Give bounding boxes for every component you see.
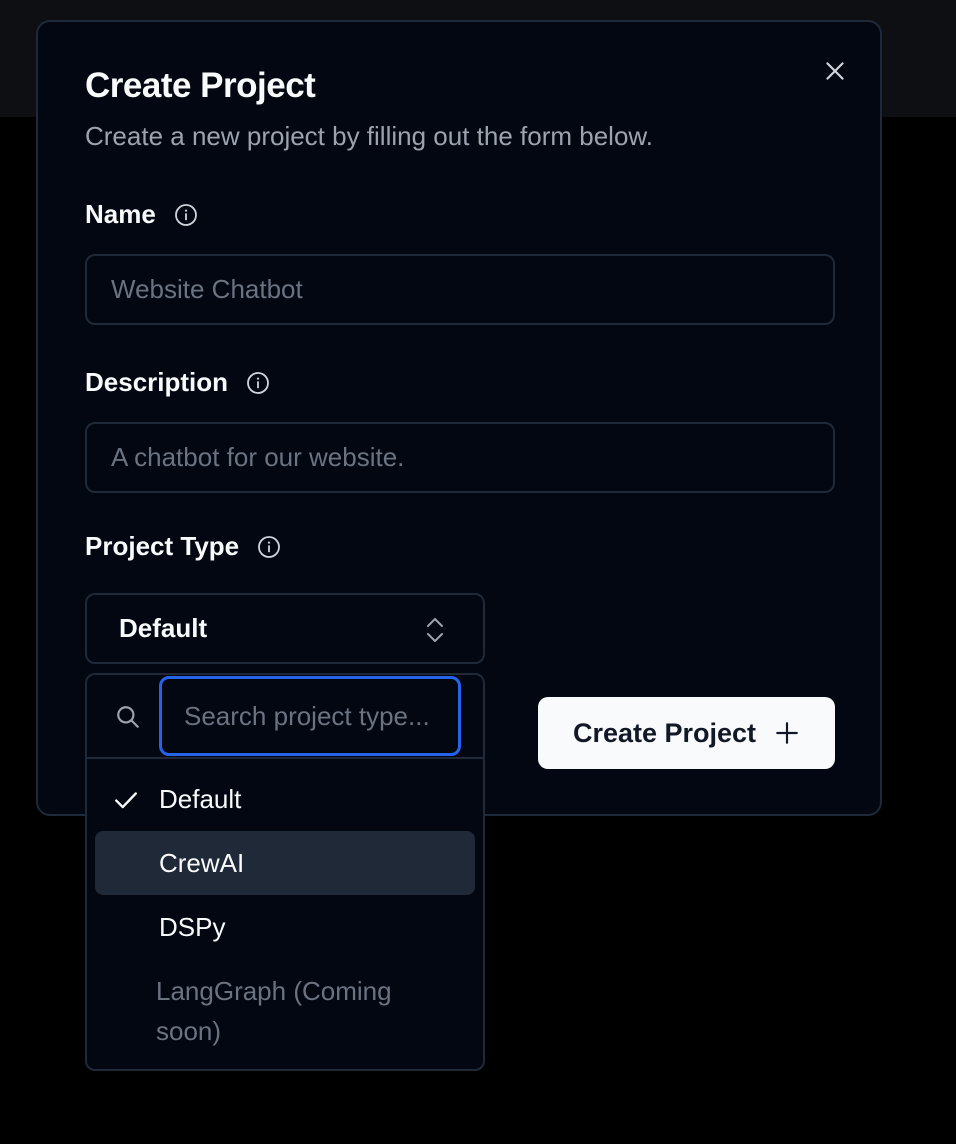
search-icon bbox=[117, 706, 139, 728]
info-icon[interactable] bbox=[257, 535, 281, 559]
name-input[interactable]: Website Chatbot bbox=[85, 254, 835, 325]
project-type-label-row: Project Type bbox=[85, 531, 281, 562]
chevrons-up-down-icon bbox=[427, 618, 443, 642]
option-crewai[interactable]: CrewAI bbox=[95, 831, 475, 895]
create-project-button[interactable]: Create Project bbox=[538, 697, 835, 769]
project-type-dropdown: Default CrewAI DSPy LangGraph (Coming so… bbox=[85, 673, 485, 1071]
option-label: DSPy bbox=[159, 911, 226, 942]
option-dspy[interactable]: DSPy bbox=[95, 895, 475, 959]
info-icon[interactable] bbox=[246, 371, 270, 395]
option-label: LangGraph (Coming soon) bbox=[156, 976, 392, 1046]
name-label-row: Name bbox=[85, 199, 198, 230]
close-icon bbox=[826, 62, 844, 80]
check-icon bbox=[115, 792, 137, 809]
project-type-label: Project Type bbox=[85, 531, 240, 561]
plus-icon bbox=[774, 720, 800, 746]
project-type-select[interactable]: Default bbox=[85, 593, 485, 664]
dialog-title: Create Project bbox=[85, 66, 316, 105]
description-label: Description bbox=[85, 367, 229, 397]
create-project-label: Create Project bbox=[572, 717, 757, 748]
close-button[interactable] bbox=[820, 56, 850, 86]
info-icon[interactable] bbox=[174, 203, 198, 227]
option-langgraph: LangGraph (Coming soon) bbox=[95, 971, 395, 1055]
name-placeholder: Website Chatbot bbox=[111, 274, 303, 304]
dropdown-search-row bbox=[87, 675, 483, 759]
option-label: CrewAI bbox=[159, 847, 245, 878]
project-type-search-input[interactable] bbox=[159, 676, 461, 756]
name-label: Name bbox=[85, 199, 156, 229]
project-type-selected-value: Default bbox=[119, 613, 208, 643]
option-label: Default bbox=[159, 783, 242, 814]
dialog-subtitle: Create a new project by filling out the … bbox=[85, 121, 653, 151]
description-label-row: Description bbox=[85, 367, 270, 398]
description-placeholder: A chatbot for our website. bbox=[111, 442, 405, 472]
description-input[interactable]: A chatbot for our website. bbox=[85, 422, 835, 493]
option-default[interactable]: Default bbox=[95, 767, 475, 831]
